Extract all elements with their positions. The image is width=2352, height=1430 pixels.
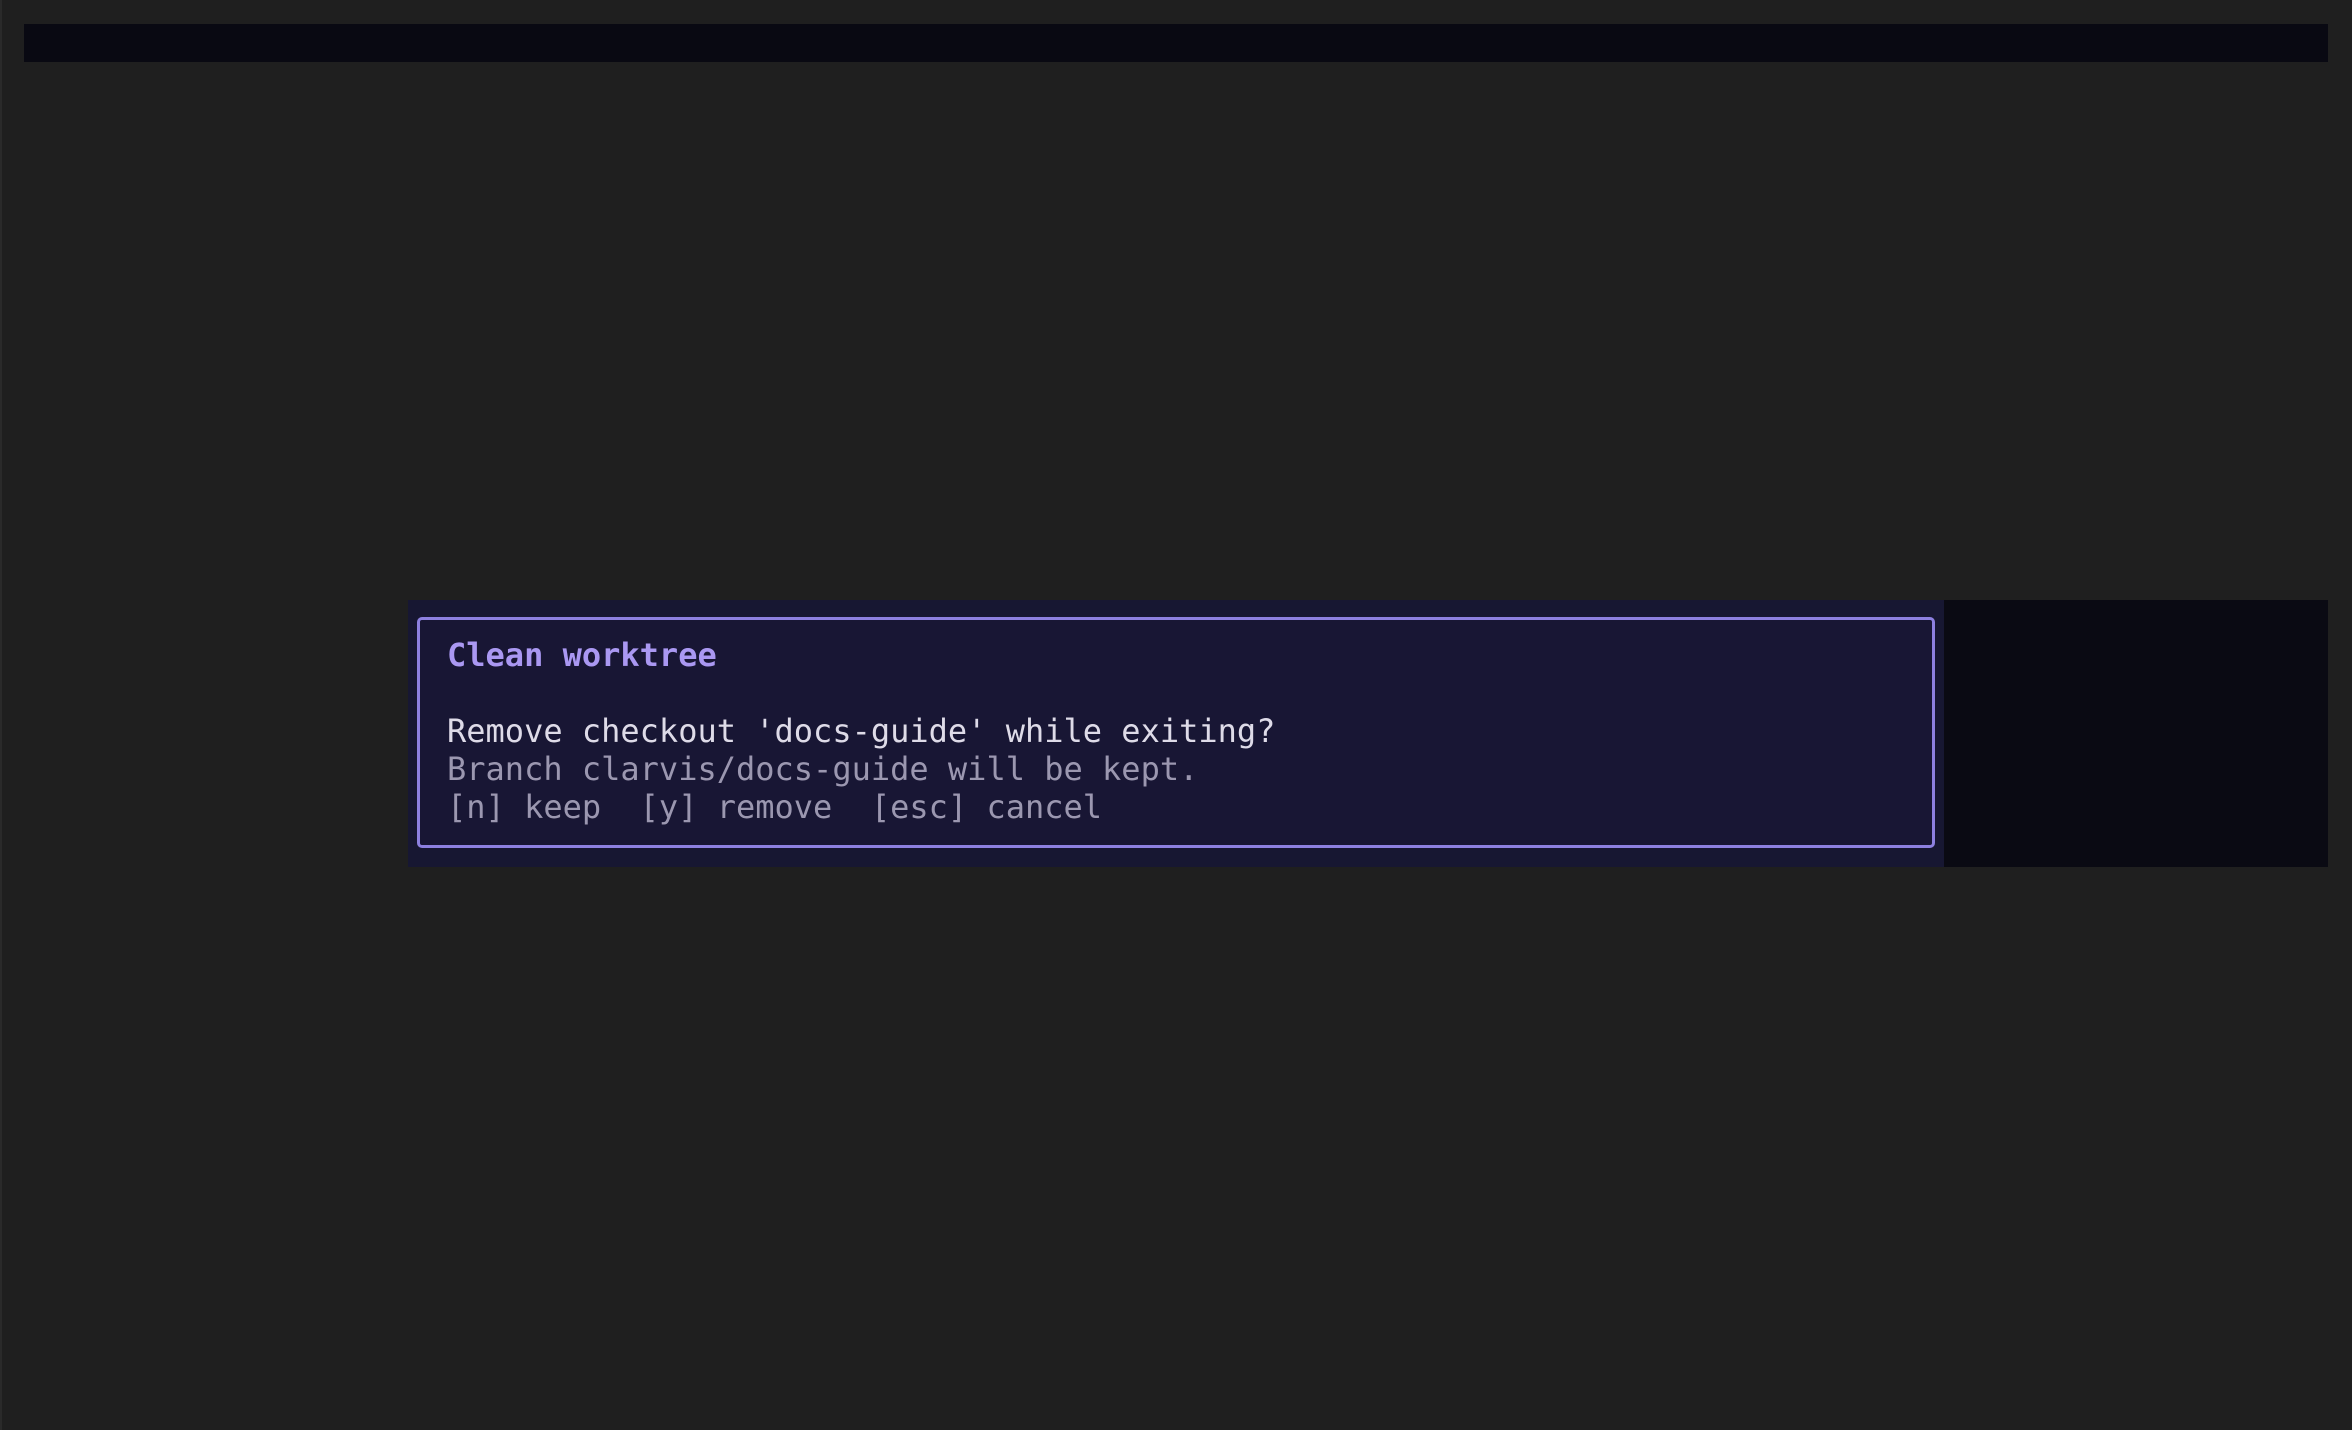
clean-worktree-dialog[interactable]: Clean worktree Remove checkout 'docs-gui… (417, 617, 1935, 848)
right-side-panel (1944, 600, 2328, 867)
dialog-spacer (447, 674, 1905, 712)
window-edge (0, 0, 2, 1430)
top-status-bar (24, 24, 2328, 62)
dialog-key-actions[interactable]: [n] keep [y] remove [esc] cancel (447, 788, 1905, 826)
branch-note: Branch clarvis/docs-guide will be kept. (447, 750, 1199, 788)
dialog-question: Remove checkout 'docs-guide' while exiti… (447, 712, 1276, 750)
dialog-title: Clean worktree (447, 636, 717, 674)
